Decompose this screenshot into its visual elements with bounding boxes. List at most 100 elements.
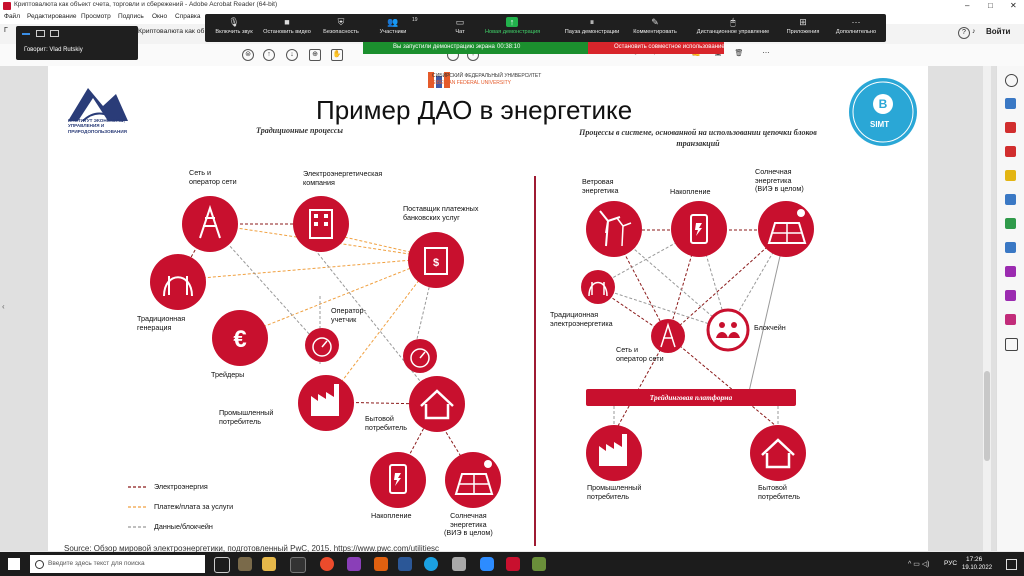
label-grid: Сеть и оператор сети <box>189 168 237 186</box>
fill-sign-icon[interactable] <box>1005 266 1016 277</box>
edit-pdf-icon[interactable] <box>1005 122 1016 133</box>
zoom-pause-share-button[interactable]: ⏸ Пауза демонстрации <box>559 14 625 42</box>
maximize-icon[interactable]: □ <box>988 1 993 10</box>
hand-tool-icon[interactable]: ✋ <box>331 49 343 61</box>
scrollbar-thumb[interactable] <box>984 371 990 461</box>
left-node-solar <box>445 452 501 508</box>
yandex-browser-icon[interactable] <box>320 557 334 571</box>
app-icon-2[interactable] <box>290 557 306 573</box>
file-explorer-icon[interactable] <box>262 557 276 571</box>
shield-icon: ⛨ <box>337 17 345 27</box>
zoom-new-share-button[interactable]: ↑ Новая демонстрация <box>485 14 540 42</box>
close-icon[interactable]: ✕ <box>1010 1 1017 10</box>
mic-muted-icon: 🎙 <box>228 17 240 27</box>
zoom-app-icon[interactable] <box>480 557 494 571</box>
comment-panel-icon[interactable] <box>1005 170 1016 181</box>
zoom-in-panel-icon[interactable] <box>1005 74 1018 87</box>
menu-file[interactable]: Файл <box>4 13 20 20</box>
combine-icon[interactable] <box>1005 194 1016 205</box>
document-tab[interactable]: Криптовалюта как об <box>138 28 204 35</box>
stop-share-button[interactable]: Остановить совместное использование <box>588 42 725 54</box>
zoom-security-button[interactable]: ⛨ Безопасность <box>317 14 365 42</box>
participants-icon: 👥 <box>387 17 399 27</box>
tray-icons[interactable]: ^ ▭ ◁) <box>908 560 930 568</box>
page-up-icon[interactable]: ↑ <box>263 49 275 61</box>
windows-taskbar: Введите здесь текст для поиска ^ ▭ ◁) РУ… <box>0 552 1024 576</box>
institute-name: ИНСТИТУТ ЭКОНОМИКИ, УПРАВЛЕНИЯ И ПРИРОДО… <box>68 118 127 134</box>
label-trad: Традиционная электроэнергетика <box>550 310 613 328</box>
zoom-unmute-button[interactable]: 🎙 Включить звук <box>209 14 259 42</box>
menu-edit[interactable]: Редактирование <box>27 13 77 20</box>
clock-date: 19.10.2022 <box>962 565 993 571</box>
label-storage: Накопление <box>371 511 412 520</box>
home-tab[interactable]: Г <box>4 27 8 34</box>
signin-link[interactable]: Войти <box>986 27 1010 36</box>
apps-icon: ⊞ <box>799 17 807 27</box>
speaking-indicator: Говорит: Vlad Rutskiy <box>24 47 83 53</box>
left-heading: Традиционные процессы <box>256 126 343 135</box>
minimize-icon[interactable]: – <box>965 1 969 10</box>
zoom-annotate-button[interactable]: ✎ Комментировать <box>629 14 681 42</box>
app-icon-4[interactable] <box>374 557 388 571</box>
pause-icon: ⏸ <box>589 17 595 27</box>
app-icon-5[interactable] <box>452 557 466 571</box>
left-node-operator <box>305 328 339 362</box>
windows-start-icon[interactable] <box>8 558 20 570</box>
word-icon[interactable] <box>398 557 412 571</box>
menu-window[interactable]: Окно <box>152 13 167 20</box>
minimize-view-icon[interactable] <box>22 33 30 35</box>
compress-icon[interactable] <box>1005 242 1016 253</box>
slide-page: B $ € СИБИРСКИЙ ФЕДЕРАЛЬНЫЙ УНИВЕРСИТЕТ … <box>48 66 928 553</box>
clock-time: 17:26 <box>966 556 983 563</box>
bell-icon[interactable]: ♪ <box>972 28 976 35</box>
left-panel-toggle-icon[interactable]: ‹ <box>2 302 5 311</box>
request-sign-icon[interactable] <box>1005 290 1016 301</box>
notifications-icon[interactable] <box>1006 559 1017 570</box>
zoom-more-button[interactable]: ⋯ Дополнительно <box>829 14 883 42</box>
page-down-icon[interactable]: ↓ <box>286 49 298 61</box>
edge-icon[interactable] <box>424 557 438 571</box>
acrobat-app-icon[interactable] <box>506 557 520 571</box>
organize-icon[interactable] <box>1005 218 1016 229</box>
speaker-view-icon[interactable] <box>36 30 45 37</box>
language-indicator[interactable]: РУС <box>944 560 957 567</box>
zoom-apps-button[interactable]: ⊞ Приложения <box>781 14 825 42</box>
select-tool-icon[interactable]: ⊕ <box>309 49 321 61</box>
right-node-household <box>750 425 806 481</box>
zoom-chat-button[interactable]: ▭ Чат <box>443 14 477 42</box>
left-node-payment: $ <box>408 232 464 288</box>
zoom-stop-video-button[interactable]: ■ Остановить видео <box>259 14 315 42</box>
task-view-icon[interactable] <box>214 557 230 573</box>
zoom-remote-control-button[interactable]: 🖱 Дистанционное управление <box>687 14 779 42</box>
label-traders: Трейдеры <box>211 370 245 379</box>
window-title: Криптовалюта как объект счета, торговли … <box>14 1 278 8</box>
app-icon-6[interactable] <box>532 557 546 571</box>
app-icon-1[interactable] <box>238 557 252 571</box>
university-name-en: SIBERIAN FEDERAL UNIVERSITY <box>432 80 511 86</box>
right-node-wind <box>586 201 642 257</box>
zoom-meeting-toolbar: 🎙 Включить звук ■ Остановить видео ⛨ Безопа… <box>205 14 886 42</box>
create-pdf-icon[interactable] <box>1005 98 1016 109</box>
protect-icon[interactable] <box>1005 314 1016 325</box>
more-tools-icon[interactable]: ⋯ <box>760 49 772 61</box>
taskbar-search-box[interactable]: Введите здесь текст для поиска <box>30 555 205 573</box>
svg-text:B: B <box>879 97 888 111</box>
more-tools-panel-icon[interactable] <box>1005 338 1018 351</box>
vertical-scrollbar[interactable] <box>983 66 991 551</box>
find-icon[interactable]: ⊜ <box>242 49 254 61</box>
window-titlebar: Криптовалюта как объект счета, торговли … <box>0 0 1024 12</box>
simt-label: SIMT <box>870 120 890 129</box>
gallery-view-icon[interactable] <box>50 30 59 37</box>
svg-text:$: $ <box>433 257 439 269</box>
left-node-company <box>293 196 349 252</box>
trash-icon[interactable]: 🗑 <box>733 49 745 61</box>
right-tools-panel <box>996 66 1024 551</box>
app-icon-3[interactable] <box>347 557 361 571</box>
export-pdf-icon[interactable] <box>1005 146 1016 157</box>
zoom-participants-button[interactable]: 👥 Участники <box>371 14 415 42</box>
help-icon[interactable]: ? <box>958 27 970 39</box>
menu-help[interactable]: Справка <box>175 13 201 20</box>
menu-sign[interactable]: Подпись <box>118 13 144 20</box>
left-node-traders: € <box>212 310 268 366</box>
menu-view[interactable]: Просмотр <box>81 13 111 20</box>
